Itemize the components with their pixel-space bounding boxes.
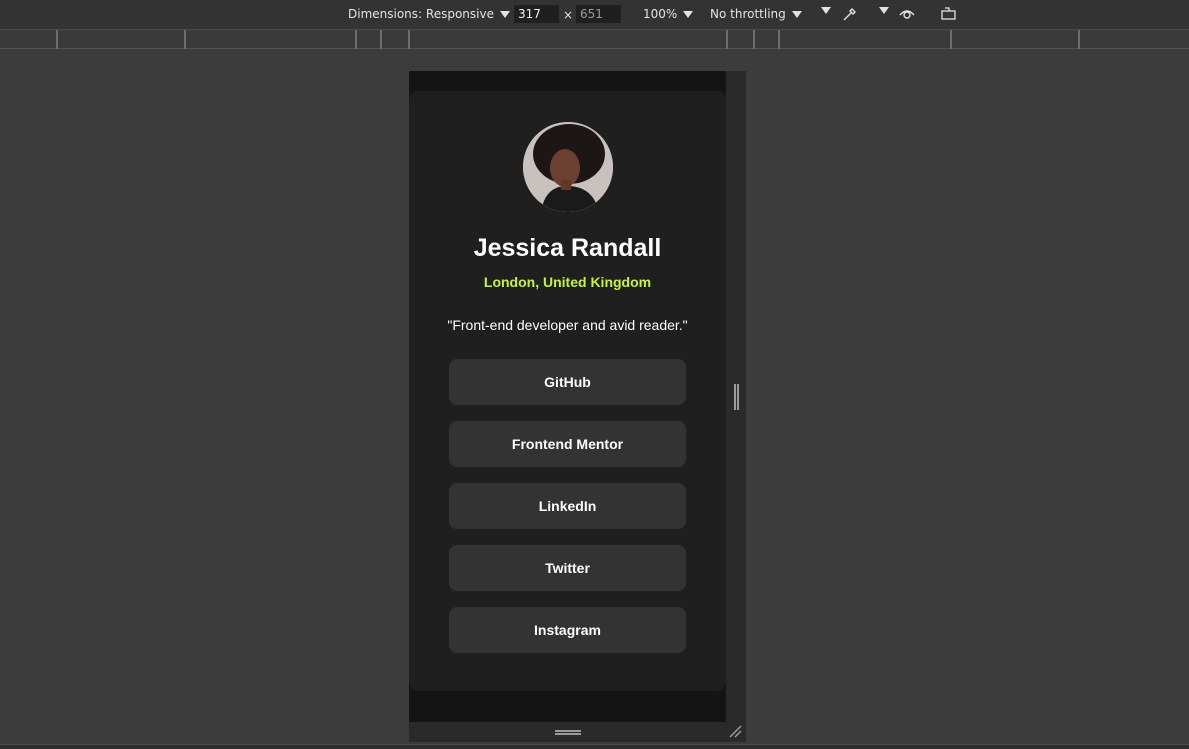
times-separator: × (563, 8, 574, 22)
twitter-link-button[interactable]: Twitter (449, 545, 686, 591)
profile-card: Jessica Randall London, United Kingdom "… (409, 91, 726, 691)
bottom-divider (0, 744, 1189, 749)
resize-handle-icon[interactable] (728, 724, 742, 738)
throttling-label: No throttling (710, 7, 786, 21)
caret-down-icon (683, 10, 694, 18)
social-links: GitHub Frontend Mentor LinkedIn Twitter … (449, 359, 686, 669)
avatar (523, 122, 613, 212)
zoom-dropdown[interactable]: 100% (643, 7, 694, 21)
frontend-mentor-link-button[interactable]: Frontend Mentor (449, 421, 686, 467)
caret-down-icon (821, 7, 831, 14)
instagram-link-button[interactable]: Instagram (449, 607, 686, 653)
profile-bio: "Front-end developer and avid reader." (447, 317, 688, 333)
zoom-label: 100% (643, 7, 678, 21)
ruler-tick (726, 30, 728, 49)
width-resize-handle[interactable] (734, 384, 739, 410)
width-input[interactable]: 317 (514, 5, 559, 23)
height-resize-handle[interactable] (555, 730, 581, 735)
ruler-tick (778, 30, 780, 49)
github-link-button[interactable]: GitHub (449, 359, 686, 405)
profile-location: London, United Kingdom (483, 274, 652, 290)
more-options-dropdown[interactable] (821, 7, 831, 14)
ruler-tick (408, 30, 410, 49)
dimensions-label: Dimensions: Responsive (348, 7, 494, 21)
avatar-image (523, 122, 613, 212)
vision-button[interactable] (898, 6, 916, 22)
device-toolbar: Dimensions: Responsive 317 × 651 100% No… (0, 0, 1189, 30)
ruler-tick (380, 30, 382, 49)
ruler-tick (355, 30, 357, 49)
throttling-dropdown[interactable]: No throttling (710, 7, 802, 21)
ruler-tick (184, 30, 186, 49)
dimensions-dropdown[interactable]: Dimensions: Responsive (348, 7, 510, 21)
eyedropper-button[interactable] (841, 5, 859, 23)
profile-name: Jessica Randall (473, 234, 662, 262)
eye-icon (899, 10, 915, 19)
vision-dropdown[interactable] (879, 7, 889, 14)
caret-down-icon (791, 10, 802, 18)
eyedropper-icon (843, 8, 856, 21)
ruler-tick (56, 30, 58, 49)
rotate-device-icon (941, 7, 956, 20)
ruler-tick (753, 30, 755, 49)
height-input[interactable]: 651 (576, 5, 621, 23)
caret-down-icon (499, 10, 510, 18)
rotate-button[interactable] (940, 5, 958, 21)
media-query-bar[interactable] (0, 30, 1189, 49)
ruler-tick (950, 30, 952, 49)
caret-down-icon (879, 7, 889, 14)
linkedin-link-button[interactable]: LinkedIn (449, 483, 686, 529)
device-viewport: Jessica Randall London, United Kingdom "… (409, 71, 726, 722)
ruler-tick (1078, 30, 1080, 49)
